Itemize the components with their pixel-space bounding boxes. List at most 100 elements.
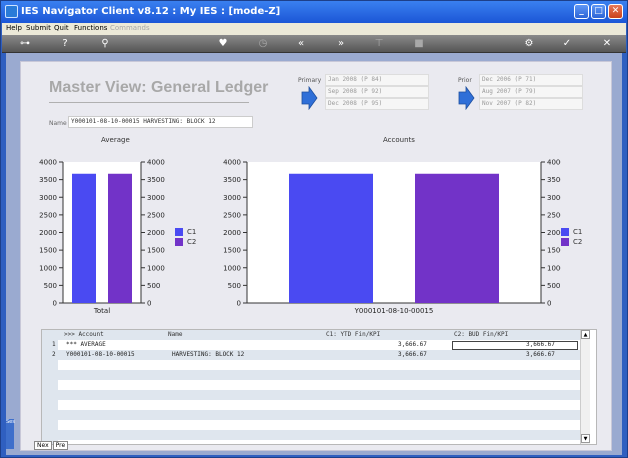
heart-icon[interactable]: ♥ [216,37,230,51]
search-icon[interactable]: ⚲ [98,37,112,51]
menu-bar: Help Submit Quit Functions Commands [2,23,626,35]
prior-period-3[interactable]: Nov 2007 (P 82) [479,98,583,110]
side-tab[interactable]: Ses [6,419,15,449]
title-bar: IES Navigator Client v8.12 : My IES : [m… [1,1,627,23]
y-tick-label-right: 1000 [147,264,165,272]
row-number: 1 [52,341,56,348]
app-window: IES Navigator Client v8.12 : My IES : [m… [0,0,628,458]
legend-item-c1: C1 [561,228,582,236]
app-icon [5,5,18,18]
y-tick-label-right: 4000 [547,159,561,167]
y-tick-label-right: 3000 [547,194,561,202]
primary-period-3[interactable]: Dec 2008 (P 95) [325,98,429,110]
check-icon[interactable]: ✓ [560,37,574,51]
y-tick-label-right: 500 [547,282,560,290]
help-icon[interactable]: ? [58,37,72,51]
cell-c1[interactable]: 3,666.67 [398,351,427,358]
cell-account[interactable]: *** AVERAGE [66,341,106,348]
cell-c2[interactable]: 3,666.67 [526,351,555,358]
toolbar: ⊶ ? ⚲ ♥ ◷ « » ⊤ ■ ⚙ ✓ ✕ [2,35,626,53]
minimize-icon[interactable]: _ [574,4,589,19]
y-tick-label-right: 1000 [547,264,561,272]
y-tick-label-right: 2500 [147,211,165,219]
y-tick-label-left: 1500 [223,247,241,255]
y-tick-label-left: 3000 [39,194,57,202]
table-row[interactable]: 2 Y000101-08-10-00015 HARVESTING: BLOCK … [42,350,580,360]
menu-quit[interactable]: Quit [54,24,69,32]
y-tick-label-left: 0 [53,300,57,308]
y-tick-label-right: 2500 [547,211,561,219]
y-tick-label-left: 3500 [223,176,241,184]
close-icon[interactable]: ✕ [608,4,623,19]
table-row[interactable]: 1 *** AVERAGE 3,666.67 3,666.67 [42,340,580,350]
menu-submit[interactable]: Submit [26,24,51,32]
header-name[interactable]: Name [168,331,182,338]
row-stripe [58,390,580,400]
y-tick-label-right: 3500 [147,176,165,184]
y-tick-label-right: 1500 [147,247,165,255]
cell-c2[interactable]: 3,666.67 [526,341,555,348]
y-tick-label-left: 500 [44,282,57,290]
prior-period-2[interactable]: Aug 2007 (P 79) [479,86,583,98]
y-tick-label-left: 500 [228,282,241,290]
clock-icon[interactable]: ◷ [256,37,270,51]
rewind-icon[interactable]: « [294,37,308,51]
x-tick-label: Total [93,307,110,315]
prior-period-1[interactable]: Dec 2006 (P 71) [479,74,583,86]
stop-icon[interactable]: ■ [412,37,426,51]
scroll-down-icon[interactable]: ▼ [581,434,590,443]
average-chart-title: Average [101,136,130,144]
y-tick-label-right: 0 [547,300,551,308]
prev-button[interactable]: Pre [52,441,69,450]
y-tick-label-right: 3000 [147,194,165,202]
row-stripe [58,430,580,440]
prior-arrow-icon[interactable] [458,86,475,110]
primary-period-1[interactable]: Jan 2008 (P 84) [325,74,429,86]
menu-help[interactable]: Help [6,24,22,32]
accounts-chart: 0 0 500 500 1000 1000 1500 1500 2000 2000 2500 2500… [223,159,561,316]
menu-functions[interactable]: Functions [74,24,107,32]
row-number: 2 [52,351,56,358]
y-tick-label-left: 2500 [223,211,241,219]
y-tick-label-left: 2000 [39,229,57,237]
scroll-up-icon[interactable]: ▲ [581,330,590,339]
filter-icon[interactable]: ⊤ [372,37,386,51]
header-account[interactable]: >>> Account [64,331,104,338]
bar-c2 [415,173,499,303]
legend-item-c1: C1 [175,228,196,236]
name-field[interactable]: Y000101-08-10-00015 HARVESTING: BLOCK 12 [68,116,253,128]
title-divider [49,102,249,103]
gear-icon[interactable]: ⚙ [522,37,536,51]
selected-cell[interactable] [452,341,578,350]
grid-header: >>> Account Name C1: YTD Fin/KPI C2: BUD… [58,330,580,340]
y-tick-label-left: 1500 [39,247,57,255]
y-tick-label-left: 3000 [223,194,241,202]
row-stripe [58,370,580,380]
cell-name[interactable]: HARVESTING: BLOCK 12 [172,351,244,358]
cell-c1[interactable]: 3,666.67 [398,341,427,348]
maximize-icon[interactable]: □ [591,4,606,19]
y-tick-label-left: 4000 [39,159,57,167]
page-title: Master View: General Ledger [49,79,269,96]
y-tick-label-right: 0 [147,300,151,308]
x-tick-label: Y000101-08-10-00015 [354,307,434,315]
accounts-legend: C1 C2 [561,228,582,246]
key-icon[interactable]: ⊶ [14,37,36,51]
cell-account[interactable]: Y000101-08-10-00015 [66,351,135,358]
y-tick-label-right: 2000 [547,229,561,237]
y-tick-label-left: 2000 [223,229,241,237]
y-tick-label-left: 1000 [223,264,241,272]
window-title: IES Navigator Client v8.12 : My IES : [m… [21,6,281,17]
primary-period-2[interactable]: Sep 2008 (P 92) [325,86,429,98]
y-tick-label-right: 4000 [147,159,165,167]
cancel-icon[interactable]: ✕ [600,37,614,51]
next-button[interactable]: Nex [34,441,52,450]
primary-label: Primary [298,77,322,84]
primary-arrow-icon[interactable] [301,86,318,110]
header-c2[interactable]: C2: BUD Fin/KPI [454,331,508,338]
header-c1[interactable]: C1: YTD Fin/KPI [326,331,380,338]
forward-icon[interactable]: » [334,37,348,51]
y-tick-label-left: 4000 [223,159,241,167]
master-view-panel: Master View: General Ledger Name Y000101… [20,61,612,451]
grid-scrollbar[interactable]: ▲ ▼ [580,330,590,444]
